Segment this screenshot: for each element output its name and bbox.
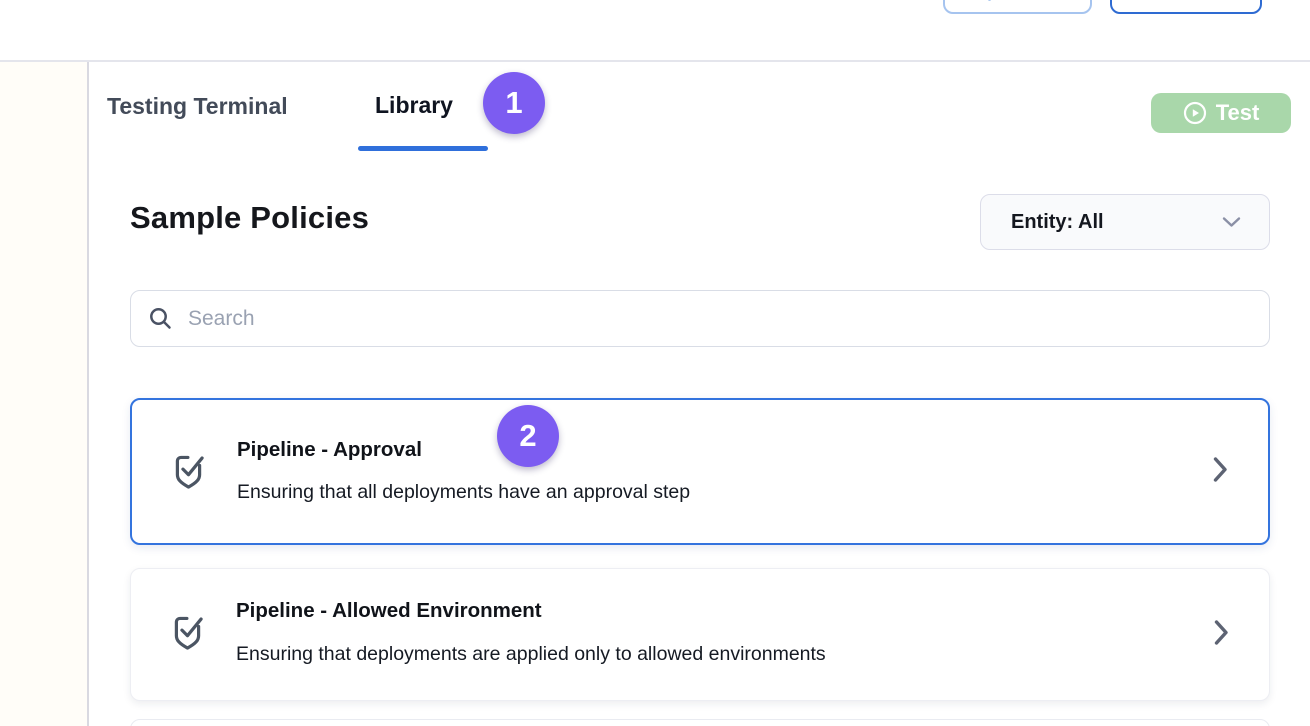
discard-button[interactable]: Discard (1110, 0, 1262, 14)
search-input[interactable] (188, 307, 1253, 331)
policy-title: Pipeline - Allowed Environment (236, 599, 542, 623)
save-icon (988, 0, 991, 1)
chevron-right-icon (1213, 456, 1228, 487)
shield-check-icon (170, 450, 207, 497)
tab-library[interactable]: Library (375, 92, 453, 119)
top-header-bar: Save Discard (0, 0, 1310, 62)
save-button-label: Save (1000, 0, 1047, 6)
policy-description: Ensuring that all deployments have an ap… (237, 481, 690, 504)
policy-title: Pipeline - Approval (237, 438, 422, 462)
left-rail (0, 62, 89, 726)
entity-filter-value: Entity: All (1011, 211, 1104, 234)
policy-card-pipeline-allowed-environment[interactable]: Pipeline - Allowed Environment Ensuring … (130, 568, 1270, 701)
entity-filter-dropdown[interactable]: Entity: All (980, 194, 1270, 250)
chevron-right-icon (1214, 619, 1229, 650)
shield-check-icon (169, 611, 206, 658)
annotation-step-2-badge: 2 (497, 405, 559, 467)
tab-testing-terminal[interactable]: Testing Terminal (107, 93, 288, 120)
search-icon (147, 305, 174, 332)
policy-card-partial[interactable] (130, 719, 1270, 726)
test-button[interactable]: Test (1151, 93, 1291, 133)
test-button-label: Test (1216, 100, 1260, 126)
active-tab-underline (358, 146, 488, 151)
chevron-down-icon (1222, 216, 1241, 228)
search-box (130, 290, 1270, 347)
play-circle-icon (1183, 101, 1207, 125)
policy-description: Ensuring that deployments are applied on… (236, 643, 826, 666)
annotation-step-1-badge: 1 (483, 72, 545, 134)
save-button[interactable]: Save (943, 0, 1092, 14)
page-title: Sample Policies (130, 200, 369, 236)
policy-card-pipeline-approval[interactable]: Pipeline - Approval Ensuring that all de… (130, 398, 1270, 545)
discard-button-label: Discard (1149, 0, 1222, 6)
